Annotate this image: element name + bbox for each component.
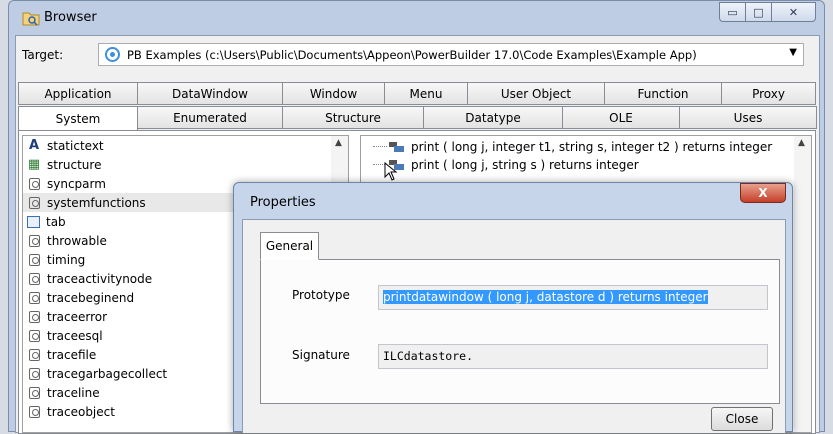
structure-icon: ▦: [27, 157, 41, 172]
object-icon: [29, 253, 40, 266]
maximize-icon: □: [753, 5, 764, 19]
scroll-up-icon[interactable]: ▲: [335, 138, 342, 148]
tree-node-label: print ( long j, string s ) returns integ…: [411, 158, 639, 172]
title-bar[interactable]: Browser ▭ □ ✕: [9, 1, 824, 35]
object-icon: [29, 177, 40, 190]
tab-user-object[interactable]: User Object: [467, 82, 605, 105]
object-icon: [29, 196, 40, 209]
mouse-cursor-icon: [384, 162, 398, 181]
dialog-close-button[interactable]: X: [740, 183, 786, 203]
target-label: Target:: [22, 48, 64, 62]
signature-label: Signature: [292, 348, 350, 362]
tab-menu[interactable]: Menu: [384, 82, 468, 105]
tree-node-label: print ( long j, integer t1, string s, in…: [411, 140, 773, 154]
text-icon: A: [28, 138, 40, 153]
tree-node[interactable]: print ( long j, string s ) returns integ…: [389, 156, 639, 174]
object-icon: [29, 329, 40, 342]
general-panel: Prototype printdatawindow ( long j, data…: [260, 259, 780, 404]
list-item-label: traceerror: [47, 309, 108, 324]
list-item-label: throwable: [47, 233, 107, 248]
signature-field[interactable]: ILCdatastore.: [378, 344, 768, 369]
tab-application[interactable]: Application: [18, 82, 138, 105]
object-icon: [29, 386, 40, 399]
list-item[interactable]: Astatictext: [23, 136, 348, 155]
window-title: Browser: [44, 10, 97, 25]
object-icon: [29, 272, 40, 285]
tab-ole[interactable]: OLE: [562, 106, 680, 129]
chevron-down-icon[interactable]: ▼: [789, 47, 797, 58]
signature-value: ILCdatastore.: [383, 349, 474, 363]
list-item-label: syncparm: [47, 176, 106, 191]
tab-row-2: System Enumerated Structure Datatype OLE…: [18, 106, 817, 131]
list-item-label: traceactivitynode: [47, 271, 153, 286]
prototype-label: Prototype: [292, 288, 350, 302]
list-item-label: tracegarbagecollect: [47, 366, 168, 381]
tab-enumerated[interactable]: Enumerated: [137, 106, 283, 129]
function-icon: [389, 140, 405, 154]
tab-datawindow[interactable]: DataWindow: [137, 82, 283, 105]
object-icon: [29, 310, 40, 323]
window-controls: ▭ □ ✕: [719, 2, 816, 22]
target-app-icon: [105, 47, 120, 62]
tab-window[interactable]: Window: [282, 82, 385, 105]
maximize-button[interactable]: □: [745, 2, 772, 22]
tab-general[interactable]: General: [260, 232, 319, 260]
tab-uses[interactable]: Uses: [679, 106, 817, 129]
properties-dialog: Properties X General Prototype printdata…: [233, 182, 793, 433]
object-icon: [29, 291, 40, 304]
list-item-label: systemfunctions: [47, 195, 146, 210]
prototype-value: printdatawindow ( long j, datastore d ) …: [383, 290, 708, 304]
tab-system[interactable]: System: [18, 106, 138, 131]
list-item-label: tab: [46, 214, 66, 229]
list-item[interactable]: ▦ structure: [23, 155, 348, 174]
target-row: Target: PB Examples (c:\Users\Public\Doc…: [16, 36, 819, 76]
list-item-label: structure: [47, 157, 102, 172]
object-icon: [29, 234, 40, 247]
close-button[interactable]: Close: [711, 407, 773, 431]
dialog-client-area: General Prototype printdatawindow ( long…: [242, 219, 786, 433]
scroll-up-icon[interactable]: ▲: [798, 138, 805, 148]
list-item-label: traceesql: [47, 328, 103, 343]
close-window-button[interactable]: ✕: [771, 2, 816, 22]
tab-icon: [27, 215, 40, 228]
target-dropdown[interactable]: PB Examples (c:\Users\Public\Documents\A…: [98, 43, 804, 66]
tab-structure[interactable]: Structure: [282, 106, 424, 129]
list-item-label: traceline: [47, 385, 100, 400]
target-value: PB Examples (c:\Users\Public\Documents\A…: [127, 48, 697, 62]
prototype-field[interactable]: printdatawindow ( long j, datastore d ) …: [378, 285, 768, 310]
tree-connector: [373, 146, 387, 147]
object-icon: [29, 367, 40, 380]
tree-scrollbar[interactable]: ▲: [794, 136, 811, 432]
list-item-label: traceobject: [47, 404, 115, 419]
tree-node[interactable]: print ( long j, integer t1, string s, in…: [389, 138, 772, 156]
list-item-label: tracefile: [47, 347, 97, 362]
list-item-label: tracebeginend: [47, 290, 135, 305]
dialog-title: Properties: [250, 195, 316, 210]
tab-row-1: Application DataWindow Window Menu User …: [18, 82, 816, 105]
minimize-button[interactable]: ▭: [719, 2, 746, 22]
list-item-label: statictext: [47, 138, 104, 153]
tab-proxy[interactable]: Proxy: [721, 82, 816, 105]
list-item-label: timing: [47, 252, 86, 267]
tab-function[interactable]: Function: [604, 82, 722, 105]
close-icon: X: [758, 186, 768, 200]
browser-folder-icon: [22, 12, 40, 26]
close-icon: ✕: [788, 5, 799, 19]
tab-datatype[interactable]: Datatype: [423, 106, 563, 129]
minimize-icon: ▭: [727, 5, 738, 19]
object-icon: [29, 405, 40, 418]
object-icon: [29, 348, 40, 361]
